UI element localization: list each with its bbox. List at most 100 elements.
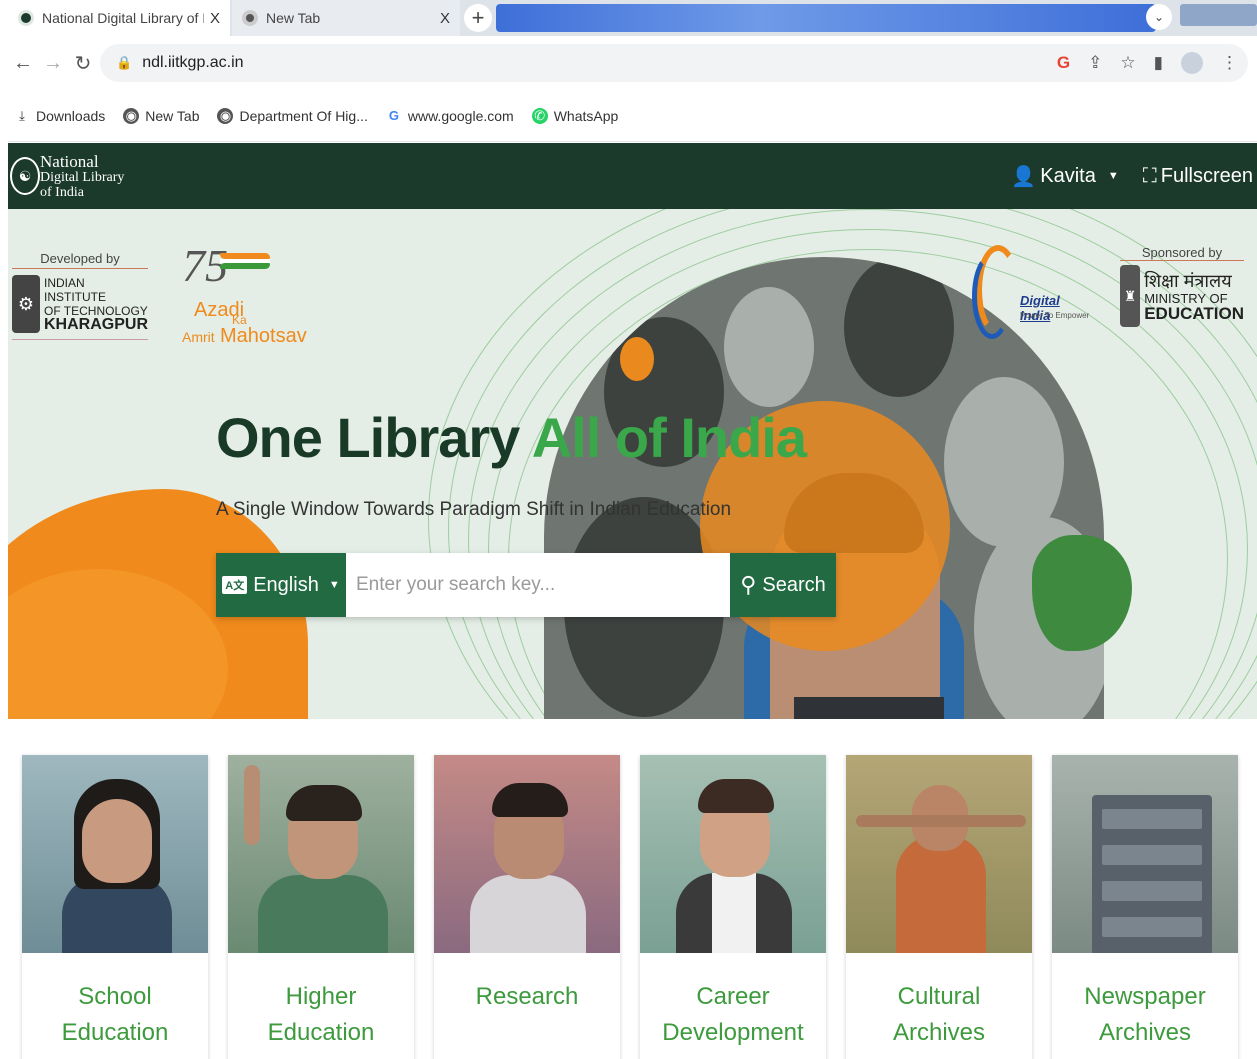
url-text: ndl.iitkgp.ac.in <box>142 54 244 71</box>
research-image <box>434 755 620 953</box>
bookmark-google[interactable]: G www.google.com <box>386 108 514 124</box>
ministry-of-education-logo[interactable]: शिक्षा मंत्रालय MINISTRY OF EDUCATION <box>1144 271 1244 323</box>
category-cards: School Education Higher Education Resear… <box>8 719 1257 1059</box>
new-tab-button[interactable]: + <box>464 4 492 32</box>
url-field[interactable]: 🔒 ndl.iitkgp.ac.in G ⇪ ☆ ▮ ⋮ <box>100 44 1248 82</box>
chrome-favicon-icon <box>242 10 258 26</box>
fullscreen-icon: ⛶ <box>1142 164 1157 187</box>
developed-by-block: Developed by ⚙ INDIAN INSTITUTE OF TECHN… <box>12 251 148 340</box>
forward-arrow-icon[interactable]: → <box>38 52 68 75</box>
back-arrow-icon[interactable]: ← <box>8 52 38 75</box>
card-title: Newspaper Archives <box>1084 983 1206 1046</box>
bookmark-label: Department Of Hig... <box>239 107 368 124</box>
logo-line: of India <box>40 185 84 200</box>
card-school-education[interactable]: School Education <box>22 755 208 1059</box>
headline-part: One Library <box>216 406 532 469</box>
iit-kgp-logo[interactable]: INDIAN INSTITUTE OF TECHNOLOGY KHARAGPUR <box>44 276 148 333</box>
fullscreen-button[interactable]: ⛶ Fullscreen <box>1143 165 1253 188</box>
card-higher-education[interactable]: Higher Education <box>228 755 414 1059</box>
bookmarks-bar: ⤓ Downloads ◉ New Tab ◉ Department Of Hi… <box>8 90 1257 142</box>
site-header: ☯ National Digital Library of India 👤 Ka… <box>8 143 1257 209</box>
card-title: Cultural Archives <box>892 983 986 1046</box>
tab-strip: National Digital Library of India | X Ne… <box>8 0 1257 36</box>
bookmark-department[interactable]: ◉ Department Of Hig... <box>217 107 368 124</box>
user-icon: 👤 <box>1011 165 1037 188</box>
sponsored-by-block: Sponsored by ♜ शिक्षा मंत्रालय MINISTRY … <box>1120 245 1244 327</box>
download-icon: ⤓ <box>19 107 25 123</box>
newspaper-archives-image <box>1052 755 1238 953</box>
iit-line: INDIAN INSTITUTE <box>44 276 106 304</box>
user-name: Kavita <box>1040 164 1096 187</box>
google-lens-icon[interactable]: G <box>1057 53 1070 73</box>
search-bar: A文 English ▼ ⚲ Search <box>216 553 836 617</box>
reload-icon[interactable]: ↻ <box>68 51 98 76</box>
hero-tagline: A Single Window Towards Paradigm Shift i… <box>216 499 732 520</box>
card-research[interactable]: Research <box>434 755 620 1059</box>
tabstrip-background <box>496 4 1156 32</box>
sidepanel-icon[interactable]: ▮ <box>1154 53 1163 73</box>
lock-icon: 🔒 <box>116 55 133 70</box>
whatsapp-icon: ✆ <box>531 107 548 124</box>
card-cultural-archives[interactable]: Cultural Archives <box>846 755 1032 1059</box>
tab-title: National Digital Library of India | <box>42 10 204 26</box>
bookmark-downloads[interactable]: ⤓ Downloads <box>14 108 105 124</box>
azadi-word: Mahotsav <box>220 325 307 347</box>
bookmark-label: www.google.com <box>407 107 514 124</box>
translate-icon: A文 <box>222 576 248 594</box>
bookmark-label: New Tab <box>145 107 200 124</box>
digital-india-tagline: Power To Empower <box>1020 311 1090 320</box>
close-tab-icon[interactable]: X <box>210 10 220 27</box>
school-education-image <box>22 755 208 953</box>
iit-kgp-emblem-icon: ⚙ <box>12 275 40 333</box>
close-tab-icon[interactable]: X <box>440 10 450 27</box>
search-button[interactable]: ⚲ Search <box>730 553 836 617</box>
profile-avatar-icon[interactable] <box>1181 52 1203 74</box>
bookmark-star-icon[interactable]: ☆ <box>1120 53 1135 73</box>
bookmark-label: Downloads <box>36 107 106 124</box>
azadi-word: Amrit <box>182 329 215 345</box>
caret-down-icon: ▼ <box>328 579 340 591</box>
search-icon: ⚲ <box>740 572 757 597</box>
fullscreen-label: Fullscreen <box>1160 164 1253 187</box>
sponsored-by-label: Sponsored by <box>1120 245 1244 261</box>
national-emblem-icon: ♜ <box>1120 265 1141 327</box>
user-menu[interactable]: 👤 Kavita ▼ <box>1011 164 1118 189</box>
card-newspaper-archives[interactable]: Newspaper Archives <box>1052 755 1238 1059</box>
ndl-logo-icon[interactable]: ☯ <box>10 157 40 195</box>
azadi-ka-amrit-mahotsav-logo: 75 Azadi Ka Amrit Mahotsav <box>182 239 307 349</box>
caret-down-icon: ▼ <box>1107 170 1119 182</box>
language-dropdown[interactable]: A文 English ▼ <box>216 553 346 617</box>
search-input[interactable] <box>346 553 730 617</box>
bookmark-whatsapp[interactable]: ✆ WhatsApp <box>531 107 618 124</box>
decorative-orange-dot <box>620 337 654 381</box>
globe-icon: ◉ <box>123 107 140 124</box>
bookmark-new-tab[interactable]: ◉ New Tab <box>123 107 200 124</box>
cultural-archives-image <box>846 755 1032 953</box>
tab-title: New Tab <box>266 10 321 26</box>
address-bar: ← → ↻ 🔒 ndl.iitkgp.ac.in G ⇪ ☆ ▮ ⋮ <box>8 36 1257 90</box>
tab-search-button[interactable]: ⌄ <box>1146 4 1172 30</box>
card-title: Research <box>475 983 579 1010</box>
logo-line: National <box>40 152 99 171</box>
digital-india-logo: Digital India Power To Empower <box>970 245 1090 345</box>
tab-new-tab[interactable]: New Tab X <box>232 0 460 36</box>
kebab-menu-icon[interactable]: ⋮ <box>1221 53 1238 73</box>
iit-line: KHARAGPUR <box>44 316 148 333</box>
digital-india-icon <box>970 245 1020 341</box>
window-controls[interactable] <box>1180 4 1257 26</box>
share-icon[interactable]: ⇪ <box>1088 53 1102 73</box>
logo-line: Digital Library <box>40 170 125 185</box>
card-title: Higher Education <box>267 983 375 1046</box>
hero-headline: One Library All of India <box>216 405 807 470</box>
card-title: Career Development <box>662 983 804 1046</box>
developed-by-label: Developed by <box>12 251 148 269</box>
card-title: School Education <box>61 983 169 1046</box>
search-label: Search <box>762 573 826 596</box>
ministry-line: EDUCATION <box>1144 304 1244 323</box>
ndl-logo-text[interactable]: National Digital Library of India <box>40 153 124 200</box>
globe-icon: ◉ <box>217 107 234 124</box>
ndl-favicon-icon <box>18 10 34 26</box>
tab-ndl[interactable]: National Digital Library of India | X <box>8 0 230 36</box>
career-development-image <box>640 755 826 953</box>
card-career-development[interactable]: Career Development <box>640 755 826 1059</box>
